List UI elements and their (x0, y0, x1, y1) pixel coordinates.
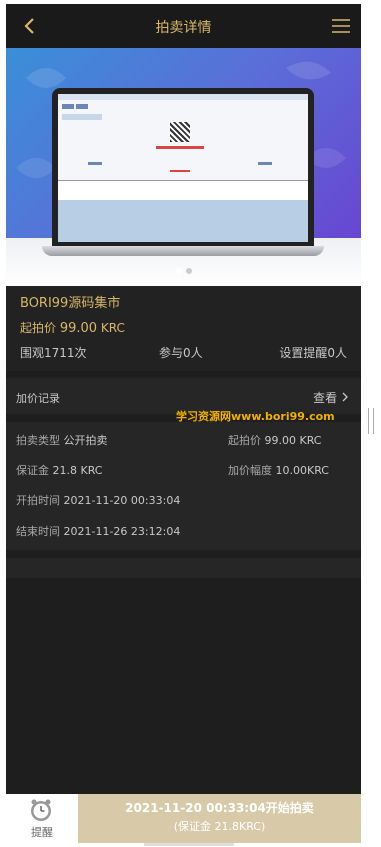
participants-count: 参与0人 (159, 346, 203, 360)
start-price-value: 99.00 (59, 321, 98, 336)
bid-increment: 加价幅度 10.00KRC (228, 462, 329, 478)
end-time-label: 结束时间 (16, 525, 60, 538)
start-price-label: 起拍价 (20, 321, 57, 335)
header-bar: 拍卖详情 (6, 4, 361, 48)
bid-record-label: 加价记录 (16, 392, 60, 405)
page-title: 拍卖详情 (155, 20, 212, 36)
item-title: BORI99源码集市 (20, 296, 121, 311)
carousel-dot-1[interactable] (175, 268, 182, 274)
view-bids-link[interactable]: 查看 (313, 389, 349, 406)
alarm-clock-icon (31, 799, 51, 821)
menu-icon[interactable] (331, 17, 351, 35)
detail-start-price-value: 99.00 KRC (264, 434, 322, 447)
watermark-text: 学习资源网www.bori99.com (176, 410, 335, 423)
start-time: 开拍时间 2021-11-20 00:33:04 (16, 492, 180, 508)
screenshot-preview (58, 94, 308, 242)
start-time-label: 开拍时间 (16, 494, 60, 507)
laptop-image (42, 88, 324, 258)
view-bids-label: 查看 (313, 391, 338, 405)
laptop-screen (52, 88, 314, 248)
bid-increment-label: 加价幅度 (228, 464, 272, 477)
laptop-base (42, 246, 324, 256)
carousel-dot-2[interactable] (185, 268, 192, 274)
views-count: 围观1711次 (20, 346, 87, 360)
carousel-dots (6, 259, 361, 278)
auction-type-label: 拍卖类型 (16, 434, 60, 447)
auction-type-value: 公开拍卖 (63, 434, 108, 447)
start-price: 起拍价 99.00 KRC (20, 319, 125, 336)
auction-details: 拍卖类型 公开拍卖 起拍价 99.00 KRC 保证金 21.8 KRC 加价幅… (6, 422, 361, 550)
detail-start-price: 起拍价 99.00 KRC (228, 432, 321, 448)
image-carousel[interactable] (6, 48, 361, 286)
bottom-action-bar: 提醒 2021-11-20 00:33:04开始拍卖 (保证金 21.8KRC) (6, 794, 361, 843)
detail-start-price-label: 起拍价 (228, 434, 261, 447)
deposit: 保证金 21.8 KRC (16, 462, 102, 478)
start-time-value: 2021-11-20 00:33:04 (63, 494, 181, 507)
auction-start-button[interactable]: 2021-11-20 00:33:04开始拍卖 (78, 799, 361, 816)
item-info: BORI99源码集市 起拍价 99.00 KRC 围观1711次 参与0人 设置… (6, 286, 361, 371)
scroll-handle[interactable] (368, 408, 374, 434)
deposit-value: 21.8 KRC (52, 464, 103, 477)
remind-label: 提醒 (31, 826, 53, 839)
section-divider (6, 558, 361, 578)
bid-increment-value: 10.00KRC (275, 464, 329, 477)
home-indicator (144, 843, 234, 846)
deposit-label: 保证金 (16, 464, 49, 477)
start-price-unit: KRC (100, 321, 125, 335)
deposit-note: (保证金 21.8KRC) (173, 820, 266, 833)
end-time: 结束时间 2021-11-26 23:12:04 (16, 523, 180, 539)
end-time-value: 2021-11-26 23:12:04 (63, 525, 181, 538)
auction-type: 拍卖类型 公开拍卖 (16, 432, 108, 448)
chevron-right-icon (342, 392, 348, 402)
reminders-count: 设置提醒0人 (279, 346, 347, 360)
remind-button[interactable]: 提醒 (6, 794, 78, 843)
